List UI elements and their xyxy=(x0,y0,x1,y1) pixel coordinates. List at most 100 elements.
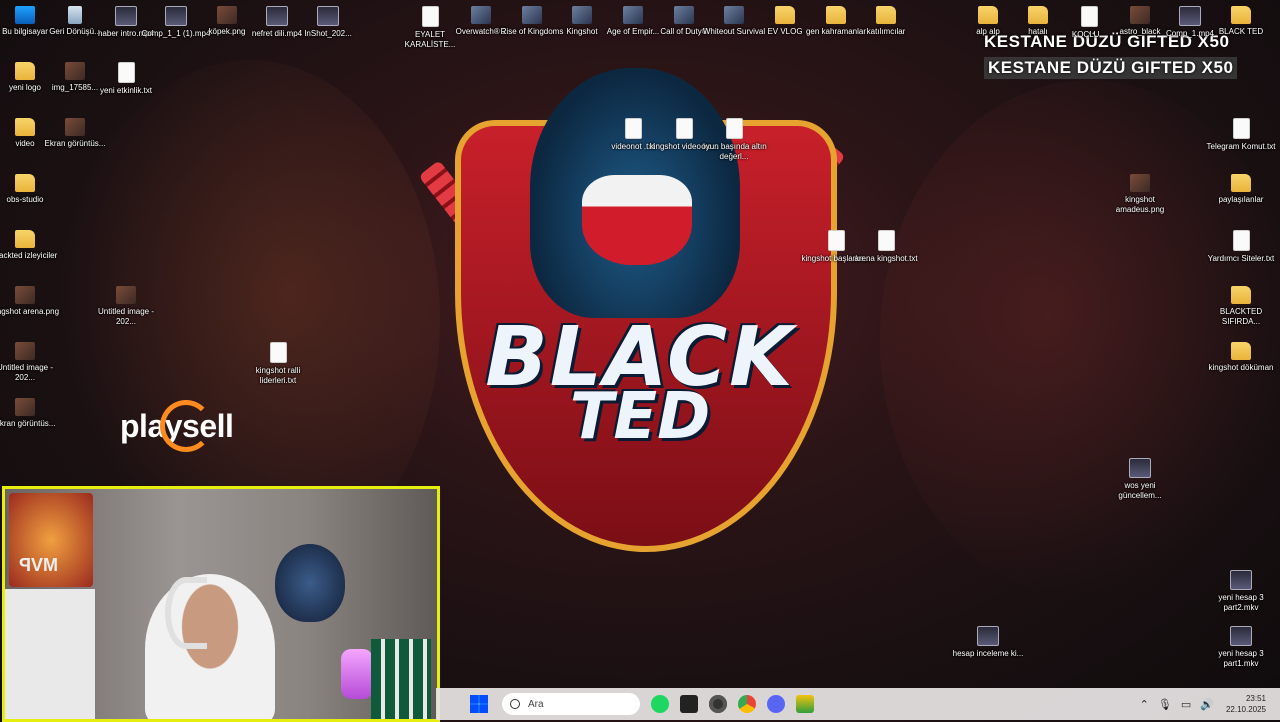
rise-of-kingdoms-icon xyxy=(522,6,542,24)
desktop-icon[interactable]: yeni hesap 3 part1.mkv xyxy=(1204,626,1278,669)
video-file-icon xyxy=(1230,570,1252,590)
desktop-icon[interactable]: InShot_202... xyxy=(291,6,365,39)
desktop-icon[interactable]: oyun başında altın değerl... xyxy=(697,118,771,162)
desktop-icon[interactable]: Ekran görüntüs... xyxy=(38,118,112,149)
desktop-icon[interactable]: kingshot döküman xyxy=(1204,342,1278,373)
video-file-icon xyxy=(1230,626,1252,646)
bluestacks-icon[interactable] xyxy=(796,695,814,713)
folder-icon xyxy=(15,118,35,136)
overwatch-icon xyxy=(471,6,491,24)
folder-icon xyxy=(1028,6,1048,24)
text-file-icon xyxy=(725,118,743,139)
obs-icon[interactable] xyxy=(709,695,727,713)
webcam-overlay: MVP xyxy=(2,486,440,722)
folder-icon xyxy=(1231,286,1251,304)
desktop-icon[interactable]: katılımcılar xyxy=(849,6,923,37)
desktop-icon[interactable]: obs-studio xyxy=(0,174,62,205)
spotify-icon[interactable] xyxy=(651,695,669,713)
folder-icon xyxy=(775,6,795,24)
image-file-icon xyxy=(65,118,85,136)
desktop-icon[interactable]: arena kingshot.txt xyxy=(849,230,923,264)
text-file-icon xyxy=(827,230,845,251)
image-file-icon xyxy=(1130,6,1150,24)
gift-banner-2: KESTANE DÜZÜ GIFTED X50 xyxy=(984,57,1238,79)
volume-icon[interactable]: 🔊 xyxy=(1200,698,1214,711)
chrome-icon[interactable] xyxy=(738,695,756,713)
text-file-icon xyxy=(117,62,135,83)
desktop-icon[interactable]: wos yeni güncellem... xyxy=(1103,458,1177,501)
mvp-poster: MVP xyxy=(9,493,93,587)
microphone-tray-icon[interactable]: 🎙 xyxy=(1158,698,1172,711)
folder-icon xyxy=(15,230,35,248)
text-file-icon xyxy=(877,230,895,251)
discord-icon[interactable] xyxy=(767,695,785,713)
video-file-icon xyxy=(1179,6,1201,26)
windows-start-icon[interactable] xyxy=(470,695,488,713)
text-file-icon xyxy=(624,118,642,139)
folder-icon xyxy=(978,6,998,24)
desktop-icon[interactable]: yeni etkinlik.txt xyxy=(89,62,163,96)
desktop-icon[interactable]: Untitled image - 202... xyxy=(0,342,62,383)
desktop-icon[interactable]: yeni hesap 3 part2.mkv xyxy=(1204,570,1278,613)
headphones-icon xyxy=(165,577,207,649)
desktop-icon[interactable]: kingshot arena.png xyxy=(0,286,62,317)
system-tray: ⌃ 🎙 ▭ 🔊 23:51 22.10.2025 xyxy=(1131,688,1266,720)
video-file-icon xyxy=(266,6,288,26)
image-file-icon xyxy=(217,6,237,24)
text-file-icon xyxy=(269,342,287,363)
image-file-icon xyxy=(15,342,35,360)
shelf xyxy=(5,589,95,719)
desktop-icon[interactable]: BLACKTED SIFIRDA... xyxy=(1204,286,1278,327)
desktop-icon[interactable]: blackted izleyiciler xyxy=(0,230,62,261)
taskbar: Ara ⌃ 🎙 ▭ 🔊 23:51 22.10.2025 xyxy=(436,688,1280,720)
desktop-icon[interactable]: BLACK TED xyxy=(1204,6,1278,37)
text-file-icon xyxy=(675,118,693,139)
folder-icon xyxy=(1231,6,1251,24)
text-file-icon xyxy=(1232,230,1250,251)
desktop-icon[interactable]: paylaşılanlar xyxy=(1204,174,1278,205)
search-box[interactable]: Ara xyxy=(502,693,640,715)
video-file-icon xyxy=(317,6,339,26)
folder-icon xyxy=(15,62,35,80)
microphone-icon xyxy=(341,649,373,699)
computer-icon xyxy=(15,6,35,24)
folder-icon xyxy=(1231,174,1251,192)
clock[interactable]: 23:51 22.10.2025 xyxy=(1226,693,1266,715)
desktop-icon[interactable]: Ekran görüntüs... xyxy=(0,398,62,429)
video-file-icon xyxy=(1129,458,1151,478)
text-file-icon xyxy=(421,6,439,27)
folder-icon xyxy=(1231,342,1251,360)
desktop-icon[interactable]: hesap inceleme ki... xyxy=(951,626,1025,659)
playsell-logo: playsell xyxy=(120,400,234,452)
image-file-icon xyxy=(1130,174,1150,192)
desktop-icon[interactable]: Untitled image - 202... xyxy=(89,286,163,327)
desktop-icon[interactable]: kingshot ralli liderleri.txt xyxy=(241,342,315,386)
desktop-icon[interactable]: Telegram Komut.txt xyxy=(1204,118,1278,152)
recycle-bin-icon xyxy=(68,6,82,24)
search-icon xyxy=(510,699,520,709)
age-of-empires-icon xyxy=(623,6,643,24)
image-file-icon xyxy=(65,62,85,80)
call-of-duty-icon xyxy=(674,6,694,24)
streamer xyxy=(145,574,275,719)
chevron-up-icon[interactable]: ⌃ xyxy=(1140,698,1149,711)
text-file-icon xyxy=(1080,6,1098,27)
desktop-icon[interactable]: Yardımcı Siteler.txt xyxy=(1204,230,1278,264)
clock-time: 23:51 xyxy=(1245,694,1266,703)
logo-mask xyxy=(582,175,692,265)
capcut-icon[interactable] xyxy=(680,695,698,713)
kingshot-icon xyxy=(572,6,592,24)
blackted-emblem xyxy=(275,544,345,622)
image-file-icon xyxy=(15,398,35,416)
image-file-icon xyxy=(15,286,35,304)
display-icon[interactable]: ▭ xyxy=(1181,698,1191,711)
play-ring-icon xyxy=(160,400,212,452)
folder-icon xyxy=(876,6,896,24)
search-placeholder: Ara xyxy=(528,698,544,710)
text-file-icon xyxy=(1232,118,1250,139)
folder-icon xyxy=(826,6,846,24)
scarf xyxy=(371,639,431,719)
video-file-icon xyxy=(977,626,999,646)
desktop-icon[interactable]: kingshot amadeus.png xyxy=(1103,174,1177,215)
video-file-icon xyxy=(165,6,187,26)
